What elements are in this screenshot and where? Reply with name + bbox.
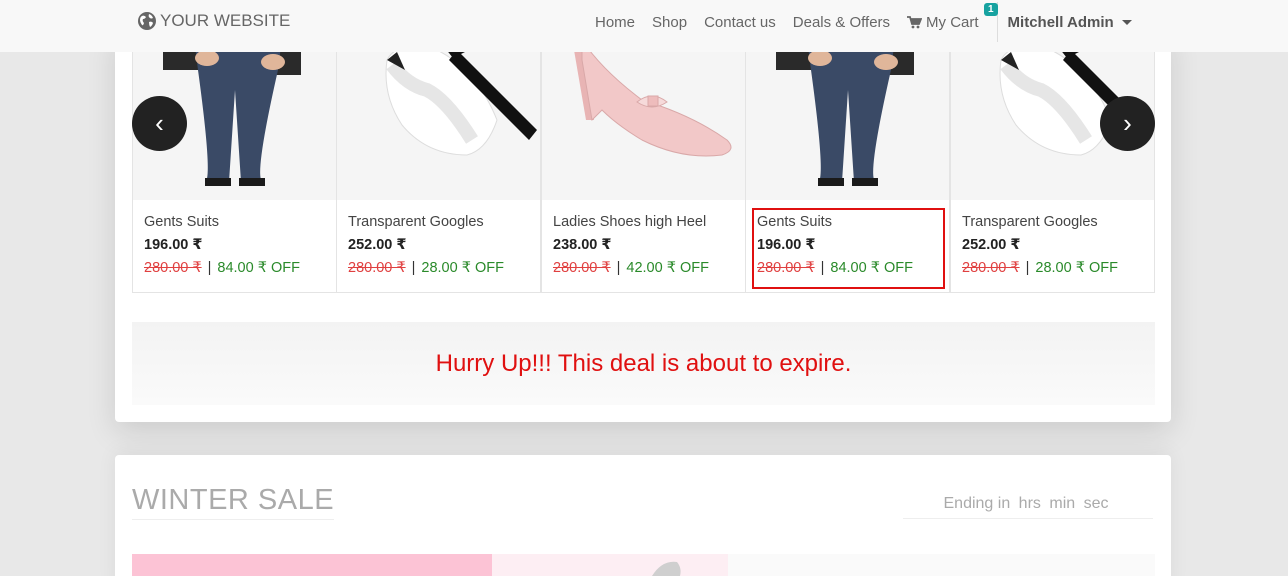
product-image-goggles[interactable] bbox=[337, 30, 540, 200]
old-price: 280.00 ₹ bbox=[144, 260, 202, 276]
cart-label: My Cart bbox=[926, 13, 979, 31]
chevron-left-icon: ‹ bbox=[155, 108, 164, 138]
old-price: 280.00 ₹ bbox=[553, 260, 611, 276]
countdown-timer: Ending in hrs min sec bbox=[903, 495, 1153, 519]
chevron-right-icon: › bbox=[1123, 108, 1132, 138]
user-name: Mitchell Admin bbox=[1007, 13, 1114, 31]
selection-highlight bbox=[752, 208, 945, 289]
product-discount: 280.00 ₹ | 28.00 ₹ OFF bbox=[962, 260, 1118, 276]
product-discount: 280.00 ₹ | 84.00 ₹ OFF bbox=[144, 260, 300, 276]
product-name[interactable]: Transparent Googles bbox=[348, 214, 484, 230]
nav-home[interactable]: Home bbox=[595, 14, 635, 31]
product-card[interactable]: Transparent Googles 252.00 ₹ 280.00 ₹ | … bbox=[336, 30, 541, 293]
nav-menu: Home Shop Contact us Deals & Offers My C… bbox=[595, 0, 1132, 44]
product-image-suit[interactable] bbox=[746, 30, 949, 200]
user-menu[interactable]: Mitchell Admin bbox=[1008, 14, 1132, 31]
carousel-next-button[interactable]: › bbox=[1100, 96, 1155, 151]
old-price: 280.00 ₹ bbox=[962, 260, 1020, 276]
product-price: 238.00 ₹ bbox=[553, 237, 612, 253]
product-carousel: Gents Suits 196.00 ₹ 280.00 ₹ | 84.00 ₹ … bbox=[132, 30, 1155, 293]
cart-count-badge: 1 bbox=[983, 2, 998, 16]
nav-contact-us[interactable]: Contact us bbox=[704, 14, 776, 31]
discount-amount: 42.00 ₹ OFF bbox=[626, 260, 709, 276]
product-discount: 280.00 ₹ | 42.00 ₹ OFF bbox=[553, 260, 709, 276]
price-separator: | bbox=[616, 260, 621, 276]
deal-expiry-banner: Hurry Up!!! This deal is about to expire… bbox=[132, 322, 1155, 405]
brand-name: YOUR WEBSITE bbox=[160, 11, 291, 30]
countdown-hrs: hrs bbox=[1018, 495, 1041, 512]
nav-deals-offers[interactable]: Deals & Offers bbox=[793, 14, 890, 31]
product-price: 252.00 ₹ bbox=[962, 237, 1021, 253]
product-card[interactable]: Transparent Googles 252.00 ₹ 280.00 ₹ | … bbox=[950, 30, 1155, 293]
nav-shop[interactable]: Shop bbox=[652, 14, 687, 31]
product-card[interactable]: Ladies Shoes high Heel 238.00 ₹ 280.00 ₹… bbox=[541, 30, 746, 293]
product-name[interactable]: Gents Suits bbox=[144, 214, 219, 230]
countdown-sec: sec bbox=[1083, 495, 1109, 512]
winter-panel bbox=[728, 554, 1155, 576]
old-price: 280.00 ₹ bbox=[348, 260, 406, 276]
countdown-label: Ending in bbox=[943, 495, 1011, 512]
discount-amount: 28.00 ₹ OFF bbox=[1035, 260, 1118, 276]
price-separator: | bbox=[207, 260, 212, 276]
price-separator: | bbox=[1025, 260, 1030, 276]
carousel-prev-button[interactable]: ‹ bbox=[132, 96, 187, 151]
product-card[interactable]: Gents Suits 196.00 ₹ 280.00 ₹ | 84.00 ₹ … bbox=[132, 30, 337, 293]
navbar: YOUR WEBSITE Home Shop Contact us Deals … bbox=[0, 0, 1288, 52]
winter-product-image[interactable] bbox=[492, 554, 728, 576]
product-image-heels[interactable] bbox=[542, 30, 745, 200]
chevron-down-icon bbox=[1121, 19, 1132, 25]
nav-my-cart[interactable]: My Cart 1 bbox=[907, 2, 998, 31]
deal-expiry-text: Hurry Up!!! This deal is about to expire… bbox=[435, 349, 852, 377]
price-separator: | bbox=[411, 260, 416, 276]
discount-amount: 28.00 ₹ OFF bbox=[421, 260, 504, 276]
shopping-cart-icon bbox=[907, 15, 923, 28]
countdown-min: min bbox=[1049, 495, 1076, 512]
product-price: 196.00 ₹ bbox=[144, 237, 203, 253]
product-name[interactable]: Transparent Googles bbox=[962, 214, 1098, 230]
product-name[interactable]: Ladies Shoes high Heel bbox=[553, 214, 706, 230]
discount-amount: 84.00 ₹ OFF bbox=[217, 260, 300, 276]
product-price: 252.00 ₹ bbox=[348, 237, 407, 253]
winter-banner-image[interactable] bbox=[132, 554, 492, 576]
winter-sale-title: WINTER SALE bbox=[132, 484, 335, 520]
brand-logo[interactable]: YOUR WEBSITE bbox=[137, 11, 290, 31]
globe-icon bbox=[138, 12, 156, 30]
product-discount: 280.00 ₹ | 28.00 ₹ OFF bbox=[348, 260, 504, 276]
